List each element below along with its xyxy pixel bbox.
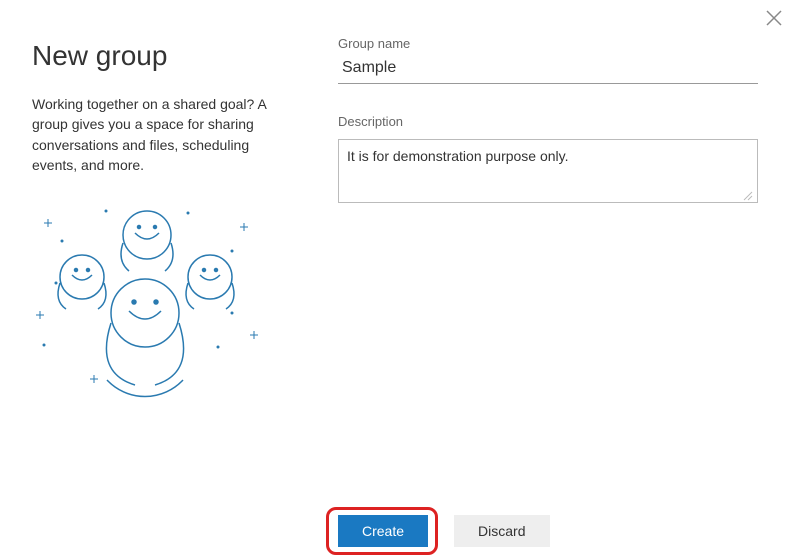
close-icon[interactable] <box>764 8 784 28</box>
form-panel: Group name Description Create Discard <box>300 0 794 559</box>
resize-handle-icon[interactable] <box>742 190 754 202</box>
group-illustration <box>32 205 262 405</box>
new-group-dialog: New group Working together on a shared g… <box>0 0 794 559</box>
dialog-title: New group <box>32 40 272 72</box>
dialog-description: Working together on a shared goal? A gro… <box>32 94 272 175</box>
discard-button[interactable]: Discard <box>454 515 549 547</box>
group-name-input[interactable] <box>338 55 758 84</box>
description-label: Description <box>338 114 758 129</box>
info-panel: New group Working together on a shared g… <box>0 0 300 559</box>
group-name-field: Group name <box>338 36 758 84</box>
description-input[interactable] <box>338 139 758 203</box>
create-button[interactable]: Create <box>338 515 428 547</box>
group-name-label: Group name <box>338 36 758 51</box>
dialog-footer: Create Discard <box>300 505 794 559</box>
description-field: Description <box>338 114 758 208</box>
